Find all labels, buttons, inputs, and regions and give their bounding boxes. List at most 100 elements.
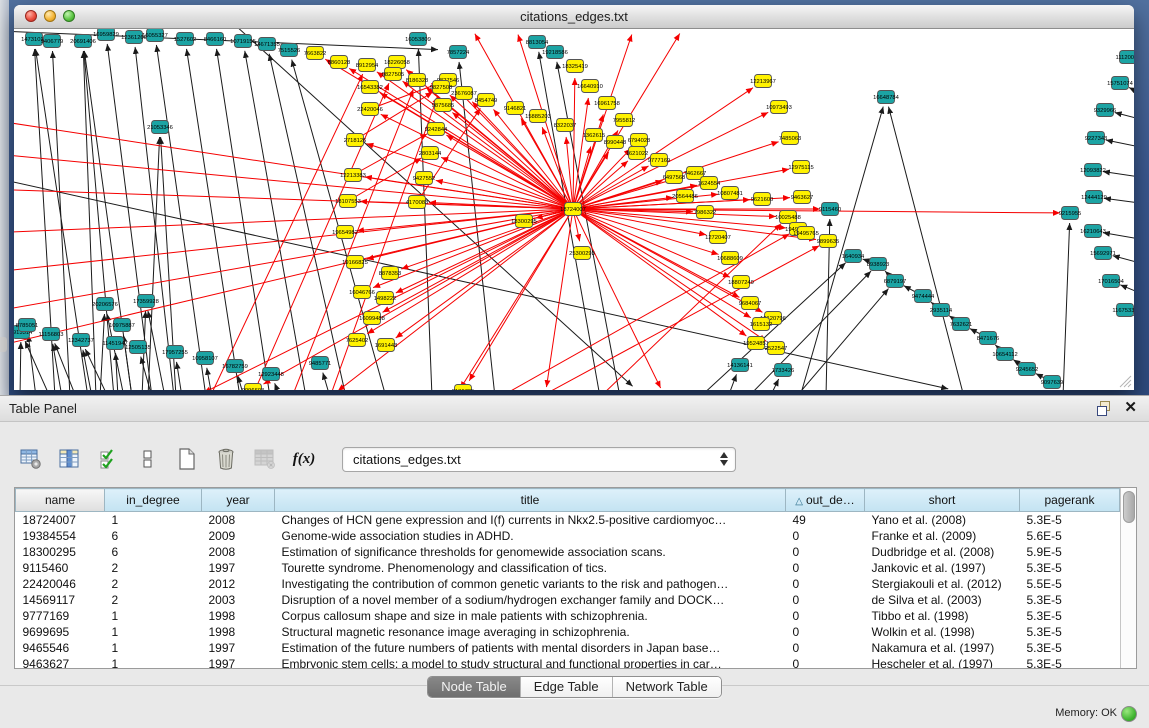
graph-edge[interactable] [55, 343, 76, 390]
table-cell[interactable]: 1997 [202, 560, 275, 576]
table-cell[interactable]: 1998 [202, 624, 275, 640]
table-cell[interactable]: 6 [105, 528, 202, 544]
table-cell[interactable]: Tibbo et al. (1998) [865, 608, 1020, 624]
table-cell[interactable]: Hescheler et al. (1997) [865, 656, 1020, 668]
graph-edge[interactable] [373, 209, 573, 288]
graph-edge[interactable] [20, 342, 21, 390]
table-cell[interactable]: 5.3E-5 [1020, 592, 1120, 608]
graph-edge[interactable] [269, 54, 346, 390]
table-cell[interactable]: Embryonic stem cells: a model to study s… [275, 656, 786, 668]
function-builder-button[interactable]: f(x) [289, 444, 319, 474]
table-cell[interactable]: 0 [786, 624, 865, 640]
graph-edge[interactable] [573, 78, 575, 209]
graph-edge[interactable] [177, 362, 182, 390]
table-cell[interactable]: Jankovic et al. (1997) [865, 560, 1020, 576]
column-header-in_degree[interactable]: in_degree [105, 489, 202, 512]
table-cell[interactable]: 2 [105, 576, 202, 592]
graph-edge[interactable] [207, 368, 212, 390]
graph-edge[interactable] [187, 49, 240, 390]
table-cell[interactable]: 1 [105, 624, 202, 640]
column-header-name[interactable]: name [16, 489, 105, 512]
table-cell[interactable]: 0 [786, 640, 865, 656]
table-cell[interactable]: 2012 [202, 576, 275, 592]
table-cell[interactable]: 2 [105, 560, 202, 576]
graph-edge[interactable] [396, 209, 573, 338]
table-cell[interactable]: 0 [786, 528, 865, 544]
table-cell[interactable]: 5.3E-5 [1020, 624, 1120, 640]
table-cell[interactable]: 0 [786, 656, 865, 668]
table-cell[interactable]: 5.3E-5 [1020, 608, 1120, 624]
table-cell[interactable]: 18724007 [16, 512, 105, 529]
table-cell[interactable]: 5.9E-5 [1020, 544, 1120, 560]
table-cell[interactable]: 9463627 [16, 656, 105, 668]
table-cell[interactable]: 9115460 [16, 560, 105, 576]
vertical-scrollbar[interactable] [1120, 488, 1136, 668]
graph-edge[interactable] [85, 349, 108, 390]
network-view-canvas[interactable]: 1473101494067792069140616959829123612601… [14, 29, 1134, 390]
table-cell[interactable]: 5.3E-5 [1020, 640, 1120, 656]
table-cell[interactable]: 0 [786, 608, 865, 624]
graph-edge[interactable] [728, 374, 736, 390]
graph-edge[interactable] [889, 107, 964, 390]
graph-edge[interactable] [557, 62, 620, 390]
graph-edge[interactable] [25, 341, 50, 390]
graph-edge[interactable] [446, 135, 573, 209]
graph-edge[interactable] [573, 98, 588, 209]
graph-edge[interactable] [1104, 198, 1134, 203]
tab-network-table[interactable]: Network Table [612, 677, 721, 697]
table-cell[interactable]: 19384554 [16, 528, 105, 544]
graph-edge[interactable] [116, 353, 118, 390]
table-cell[interactable]: 1 [105, 512, 202, 529]
graph-edge[interactable] [1115, 112, 1134, 119]
table-cell[interactable]: Disruption of a novel member of a sodium… [275, 592, 786, 608]
column-header-out_de[interactable]: △out_de… [786, 489, 865, 512]
table-cell[interactable]: 5.3E-5 [1020, 656, 1120, 668]
table-cell[interactable]: Yano et al. (2008) [865, 512, 1020, 529]
column-header-pagerank[interactable]: pagerank [1020, 489, 1120, 512]
graph-edge[interactable] [800, 107, 883, 390]
select-column-button[interactable] [55, 444, 85, 474]
column-header-year[interactable]: year [202, 489, 275, 512]
table-cell[interactable]: de Silva et al. (2003) [865, 592, 1020, 608]
window-resize-grip[interactable] [1119, 375, 1132, 388]
table-cell[interactable]: Structural magnetic resonance image aver… [275, 624, 786, 640]
table-cell[interactable]: 0 [786, 576, 865, 592]
table-cell[interactable]: 49 [786, 512, 865, 529]
graph-edge[interactable] [100, 314, 104, 390]
table-cell[interactable]: Investigating the contribution of common… [275, 576, 786, 592]
table-cell[interactable]: 14569117 [16, 592, 105, 608]
scrollbar-thumb[interactable] [1123, 491, 1135, 523]
table-cell[interactable]: 0 [786, 544, 865, 560]
graph-edge[interactable] [14, 209, 573, 272]
close-panel-icon[interactable]: ✕ [1124, 399, 1137, 417]
table-cell[interactable]: 9699695 [16, 624, 105, 640]
table-cell[interactable]: 5.6E-5 [1020, 528, 1120, 544]
graph-edge[interactable] [770, 379, 779, 390]
graph-edge[interactable] [323, 373, 330, 390]
table-cell[interactable]: Corpus callosum shape and size in male p… [275, 608, 786, 624]
graph-edge[interactable] [1106, 140, 1134, 147]
table-cell[interactable]: 2 [105, 592, 202, 608]
table-selector-dropdown[interactable]: citations_edges.txt [342, 447, 736, 472]
table-cell[interactable]: 0 [786, 592, 865, 608]
table-cell[interactable]: Franke et al. (2009) [865, 528, 1020, 544]
table-cell[interactable]: 6 [105, 544, 202, 560]
batch-check-button[interactable] [94, 444, 124, 474]
graph-edge[interactable] [383, 209, 573, 312]
table-cell[interactable]: Nakamura et al. (1997) [865, 640, 1020, 656]
graph-edge[interactable] [441, 157, 573, 209]
graph-edge[interactable] [1063, 223, 1070, 390]
table-cell[interactable]: 1997 [202, 656, 275, 668]
table-cell[interactable]: 5.3E-5 [1020, 512, 1120, 529]
table-cell[interactable]: 1998 [202, 608, 275, 624]
table-cell[interactable]: Changes of HCN gene expression and I(f) … [275, 512, 786, 529]
table-cell[interactable]: 0 [786, 560, 865, 576]
table-cell[interactable]: 1 [105, 608, 202, 624]
graph-edge[interactable] [1120, 285, 1134, 293]
table-cell[interactable]: 2008 [202, 544, 275, 560]
tab-edge-table[interactable]: Edge Table [520, 677, 612, 697]
table-cell[interactable]: 9777169 [16, 608, 105, 624]
graph-edge[interactable] [1103, 171, 1134, 177]
table-cell[interactable]: 22420046 [16, 576, 105, 592]
new-table-button[interactable] [172, 444, 202, 474]
